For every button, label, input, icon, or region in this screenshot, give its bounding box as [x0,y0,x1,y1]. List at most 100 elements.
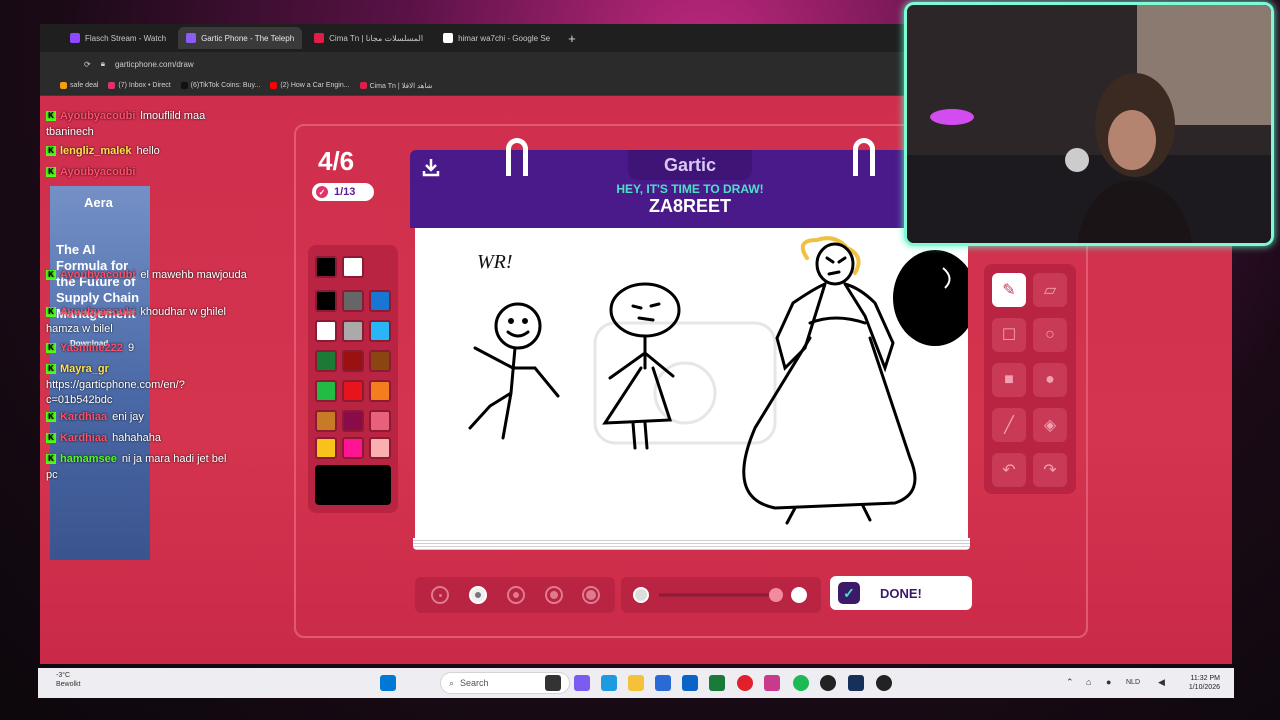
ad-download[interactable]: Download [70,336,108,352]
color-swatch[interactable] [342,290,364,312]
color-swatch[interactable] [342,380,364,402]
color-swatch[interactable] [369,437,391,459]
brush-size-1[interactable] [431,586,449,604]
undo-tool-button[interactable]: ↶ [992,453,1026,487]
current-color-preview [315,465,391,505]
network-icon[interactable]: ⌂ [1086,677,1091,687]
drawing-canvas[interactable]: WR! [415,228,977,538]
color-swatch[interactable] [315,320,337,342]
color-swatch[interactable] [315,410,337,432]
color-swatch[interactable] [369,380,391,402]
bookmark-instagram[interactable]: (7) Inbox • Direct [108,82,171,89]
line-tool-button[interactable]: ╱ [992,408,1026,442]
eraser-tool-button[interactable]: ▱ [1033,273,1067,307]
bookmark-cima-tn[interactable]: Cima Tn | شاهد الافلا [359,82,432,90]
weather-widget[interactable]: -3°C Bewolkt [56,671,81,689]
color-swatch[interactable] [315,437,337,459]
windows-taskbar: -3°C Bewolkt ⌕ Search ⌃ ⌂ ● NLD ◀ 11:32 PM… [38,668,1234,698]
url-text[interactable]: garticphone.com/draw [115,60,194,69]
color-swatch[interactable] [342,410,364,432]
youtube-icon [270,82,278,89]
bookmark-favicon-icon [359,82,367,89]
color-swatch[interactable] [315,256,337,278]
rect-fill-tool-button[interactable]: ■ [992,363,1026,397]
players-done-badge: ✓ 1/13 [312,183,374,201]
opacity-slider-track [633,587,807,603]
rect-outline-tool-button[interactable]: ☐ [992,318,1026,352]
color-swatch[interactable] [342,256,364,278]
redo-tool-button[interactable]: ↷ [1033,453,1067,487]
color-swatch[interactable] [369,320,391,342]
canvas-page-edges [413,538,970,550]
circle-fill-icon: ● [1045,371,1055,388]
brush-size-4[interactable] [545,586,563,604]
bookmark-youtube[interactable]: (2) How a Car Engin... [270,82,350,89]
canvas-scribble: WR! [477,251,513,273]
task-view-icon[interactable] [545,675,561,691]
tab-flasch-stream[interactable]: Flasch Stream - Watch [62,27,174,49]
gartic-logo: Gartic [628,150,752,180]
terminal-icon[interactable] [709,675,725,691]
color-swatch[interactable] [369,350,391,372]
edge-icon[interactable] [601,675,617,691]
bucket-icon: ◈ [1043,417,1057,434]
spotify-icon[interactable] [793,675,809,691]
language-indicator[interactable]: NLD [1126,679,1140,686]
microphone-icon[interactable]: ● [1106,677,1111,687]
bookmark-tiktok[interactable]: (6)TikTok Coins: Buy... [180,82,260,89]
circle-outline-tool-button[interactable]: ○ [1033,318,1067,352]
bucket-tool-button[interactable]: ◈ [1033,408,1067,442]
pen-tool-button[interactable]: ✎ [992,273,1026,307]
size-dot-icon [586,590,596,600]
color-swatch[interactable] [369,290,391,312]
brush-size-5[interactable] [582,586,600,604]
color-swatch[interactable] [315,290,337,312]
chevron-up-icon[interactable]: ⌃ [1066,677,1074,688]
size-dot-icon [550,591,558,599]
bookmark-safe-deal[interactable]: safe deal [60,82,98,89]
store-icon[interactable] [655,675,671,691]
new-tab-button[interactable]: + [562,31,582,46]
brush-size-2[interactable] [469,586,487,604]
round-counter: 4/6 [318,146,355,176]
size-dot-icon [438,593,442,597]
explorer-icon[interactable] [628,675,644,691]
redo-icon: ↷ [1043,462,1057,479]
tab-google-search[interactable]: himar wa7chi - Google Se [435,27,558,49]
gartic-watermark [593,321,777,445]
tab-favicon-icon [70,33,80,43]
outlook-icon[interactable] [682,675,698,691]
media-player-icon[interactable] [876,675,892,691]
color-swatch[interactable] [342,320,364,342]
steam-icon[interactable] [848,675,864,691]
reload-icon[interactable]: ⟳ [84,60,91,69]
clock[interactable]: 11:32 PM 1/10/2026 [1189,674,1220,692]
brush-size-3[interactable] [507,586,525,604]
lock-icon: 🔒︎ [100,59,105,68]
tab-cima-tn[interactable]: Cima Tn | المسلسلات مجانا [306,27,431,49]
size-dot-icon [513,592,519,598]
color-swatch[interactable] [315,380,337,402]
search-icon: ⌕ [449,677,455,688]
copilot-icon[interactable] [574,675,590,691]
tab-gartic-phone[interactable]: Gartic Phone - The Teleph [178,27,303,49]
obs-icon[interactable] [820,675,836,691]
done-button[interactable]: ✓ DONE! [830,576,972,610]
binder-ring-right [853,138,875,176]
color-swatch[interactable] [315,350,337,372]
opera-icon[interactable] [737,675,753,691]
opacity-slider[interactable] [621,577,821,613]
color-swatch[interactable] [369,410,391,432]
download-icon[interactable] [420,156,442,178]
eraser-icon: ▱ [1043,282,1057,299]
color-swatch[interactable] [342,437,364,459]
speaker-icon[interactable]: ◀ [1158,677,1165,688]
opera-gx-icon[interactable] [764,675,780,691]
dress-figure [742,236,917,525]
color-swatch[interactable] [342,350,364,372]
line-icon: ╱ [1004,417,1014,434]
windows-start-icon[interactable] [380,675,396,691]
circle-fill-tool-button[interactable]: ● [1033,363,1067,397]
webcam-overlay [904,2,1274,246]
ad-headline: The AI Formula for the Future of Supply … [56,242,140,321]
